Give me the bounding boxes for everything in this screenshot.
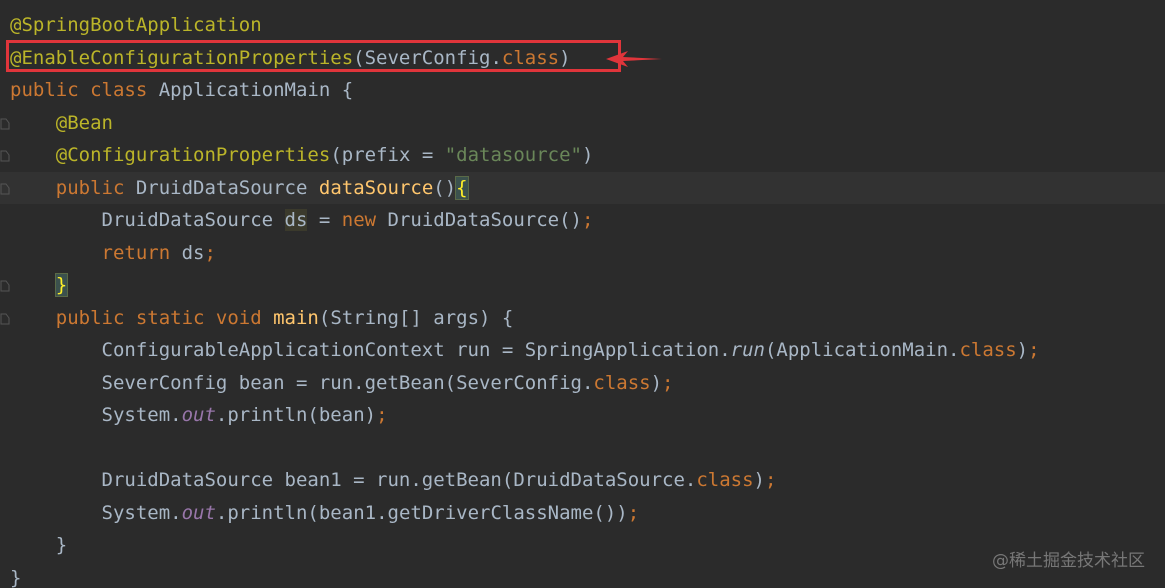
code-token: (prefix = — [330, 144, 445, 166]
code-token: .println(bean1.getDriverClassName()) — [215, 501, 628, 524]
code-token: return — [101, 241, 182, 264]
code-line[interactable]: System.out.println(bean1.getDriverClassN… — [0, 497, 1165, 529]
code-token: run — [730, 339, 765, 361]
code-text: ConfigurableApplicationContext run = Spr… — [10, 334, 1040, 366]
code-token: ; — [627, 501, 640, 524]
code-token: ) — [753, 469, 765, 491]
code-token: () — [433, 176, 457, 199]
code-token: ) — [650, 371, 663, 394]
code-token: ; — [376, 404, 388, 426]
code-line[interactable]: } — [0, 269, 1165, 301]
code-token: ; — [582, 209, 594, 231]
code-token: .println(bean) — [215, 404, 377, 426]
watermark-text: @稀土掘金技术社区 — [992, 551, 1145, 571]
code-token: public — [55, 176, 136, 199]
code-token: @ConfigurationProperties — [55, 144, 331, 166]
arrow-left-icon — [606, 51, 662, 67]
code-text: DruidDataSource bean1 = run.getBean(Drui… — [10, 464, 777, 496]
fold-marker-icon[interactable] — [0, 280, 10, 292]
code-token: (ApplicationMain. — [764, 339, 960, 361]
code-token: ds — [284, 209, 308, 231]
code-line[interactable]: public DruidDataSource dataSource(){ — [0, 171, 1165, 204]
code-token: ; — [1028, 339, 1040, 361]
code-line[interactable]: } — [0, 562, 1165, 588]
code-token: DruidDataSource — [135, 176, 319, 199]
code-token: class — [959, 339, 1017, 361]
code-token: ; — [765, 469, 777, 491]
code-text: public DruidDataSource dataSource(){ — [10, 172, 469, 204]
code-line[interactable]: public static void main(String[] args) { — [0, 302, 1165, 334]
code-token: @Bean — [55, 111, 113, 134]
code-text: } — [10, 269, 69, 301]
code-token: DruidDataSource bean1 = run.getBean(Drui… — [10, 469, 697, 491]
code-token: ds — [181, 241, 205, 264]
code-text: } — [10, 529, 67, 561]
code-token: System. — [10, 501, 182, 524]
fold-marker-icon[interactable] — [0, 118, 10, 130]
code-line[interactable]: SeverConfig bean = run.getBean(SeverConf… — [0, 367, 1165, 399]
fold-marker-icon[interactable] — [0, 313, 10, 325]
code-text: public static void main(String[] args) { — [10, 302, 514, 334]
code-text: } — [10, 562, 21, 588]
code-token: main — [273, 306, 319, 329]
code-text: SeverConfig bean = run.getBean(SeverConf… — [10, 367, 674, 399]
code-token: } — [54, 273, 69, 297]
code-text: @Bean — [10, 107, 113, 139]
code-token: DruidDataSource() — [387, 209, 582, 231]
code-line[interactable]: public class ApplicationMain { — [0, 74, 1165, 106]
code-token: ApplicationMain { — [158, 79, 354, 101]
code-token: @SpringBootApplication — [10, 14, 262, 36]
code-token: out — [181, 404, 216, 426]
code-line[interactable]: return ds; — [0, 237, 1165, 269]
code-text: return ds; — [10, 237, 216, 269]
fold-marker-icon[interactable] — [0, 150, 10, 162]
code-token: class — [593, 371, 651, 394]
code-token: System. — [10, 404, 182, 426]
code-token: } — [10, 566, 22, 588]
code-token: } — [10, 534, 68, 556]
code-text: System.out.println(bean1.getDriverClassN… — [10, 497, 640, 529]
code-token: ) — [1016, 339, 1029, 361]
code-line[interactable]: @ConfigurationProperties(prefix = "datas… — [0, 139, 1165, 171]
code-text: public class ApplicationMain { — [10, 74, 353, 106]
code-text: DruidDataSource ds = new DruidDataSource… — [10, 204, 593, 236]
code-token: SeverConfig bean = run.getBean(SeverConf… — [10, 371, 594, 394]
code-token: = — [307, 209, 342, 231]
code-line[interactable]: DruidDataSource ds = new DruidDataSource… — [0, 204, 1165, 236]
code-line[interactable] — [0, 432, 1165, 464]
code-token: public static void — [55, 306, 274, 329]
code-token: "datasource" — [444, 144, 582, 166]
code-line[interactable]: DruidDataSource bean1 = run.getBean(Drui… — [0, 464, 1165, 496]
code-line[interactable]: } — [0, 529, 1165, 561]
fold-marker-icon[interactable] — [0, 183, 10, 195]
code-token: { — [455, 175, 469, 200]
code-token: ; — [662, 371, 674, 394]
code-token: class — [696, 469, 754, 491]
code-line[interactable]: @Bean — [0, 107, 1165, 139]
code-line[interactable]: System.out.println(bean); — [0, 399, 1165, 431]
code-token: ; — [204, 241, 216, 264]
code-token: (String[] args) { — [318, 306, 514, 329]
code-token: public class — [10, 79, 159, 101]
code-token: DruidDataSource — [10, 209, 285, 231]
code-line[interactable]: ConfigurableApplicationContext run = Spr… — [0, 334, 1165, 366]
code-editor[interactable]: @SpringBootApplication @EnableConfigurati… — [0, 0, 1165, 588]
code-text: System.out.println(bean); — [10, 399, 388, 431]
code-line[interactable]: @SpringBootApplication — [0, 9, 1165, 41]
code-token: out — [181, 501, 216, 524]
code-token: new — [341, 209, 388, 231]
code-text: @ConfigurationProperties(prefix = "datas… — [10, 139, 594, 171]
highlight-box — [6, 40, 621, 72]
code-token: ConfigurableApplicationContext run = Spr… — [10, 339, 731, 361]
code-text: @SpringBootApplication — [10, 9, 262, 41]
code-token: dataSource — [318, 176, 434, 199]
code-token: ) — [581, 144, 594, 166]
